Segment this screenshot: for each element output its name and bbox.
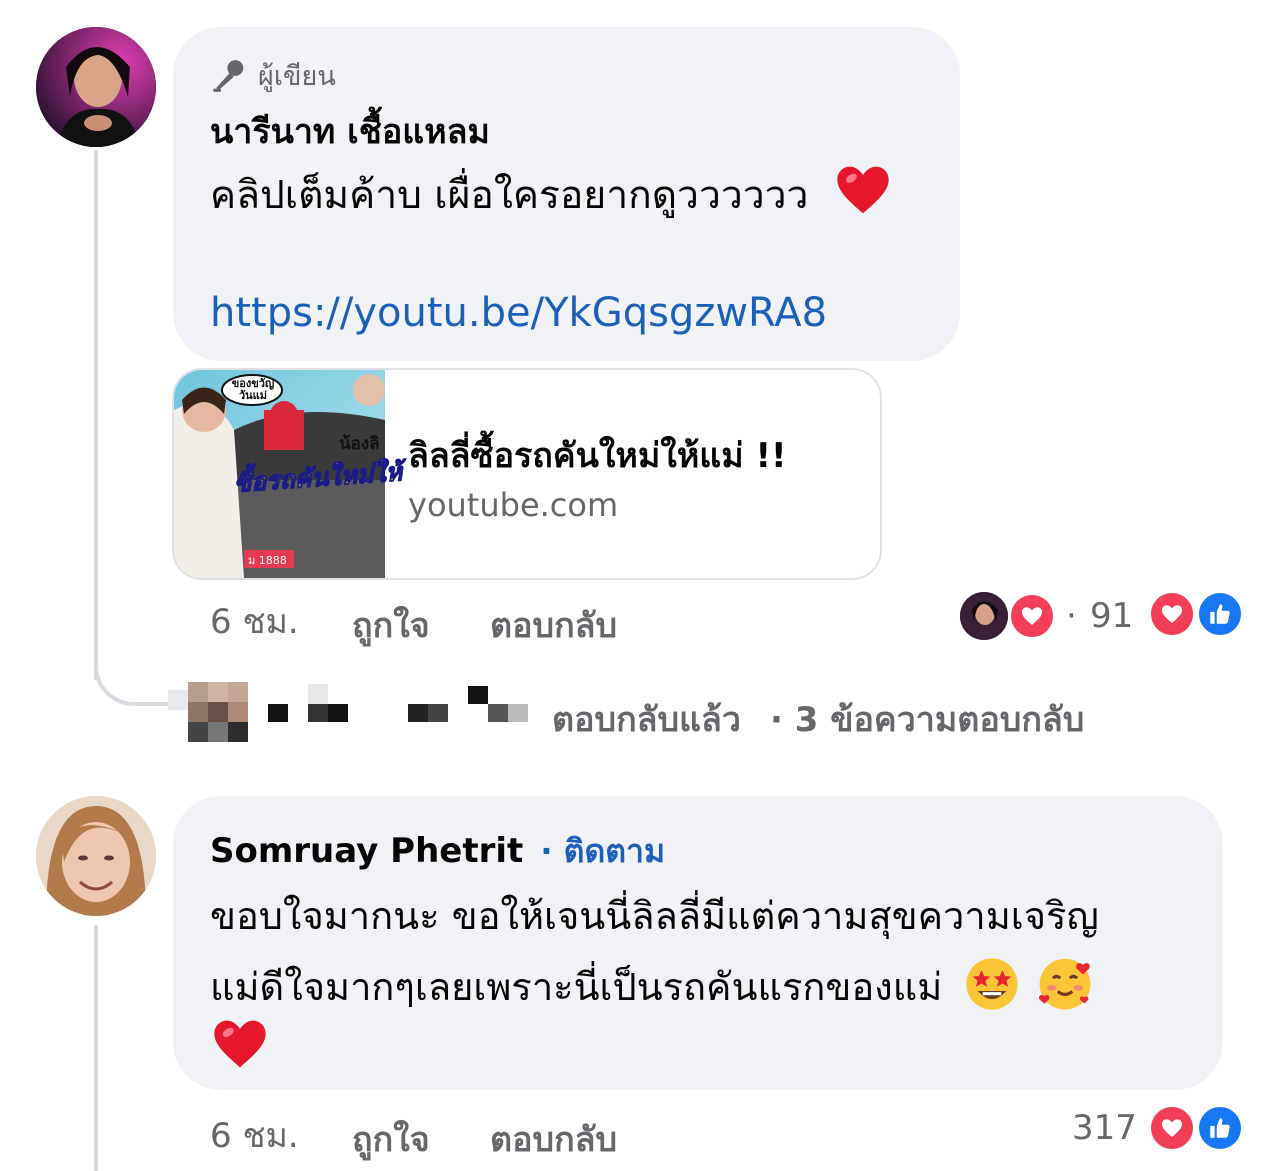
link-preview-card[interactable]: ของขวัญวันแม่ น้องลิ ซื้อรถคันใหม่ให้ ม … xyxy=(172,368,882,580)
microphone-icon xyxy=(213,59,244,92)
youtube-link[interactable]: https://youtu.be/YkGqsgzwRA8 xyxy=(210,290,827,336)
preview-thumbnail: ของขวัญวันแม่ น้องลิ ซื้อรถคันใหม่ให้ ม … xyxy=(174,370,403,578)
like-button[interactable]: ถูกใจ xyxy=(352,598,430,652)
thread-line-2 xyxy=(94,925,98,1171)
reaction-separator: · xyxy=(1066,596,1077,636)
avatar[interactable] xyxy=(36,27,156,147)
like-icon xyxy=(1196,1104,1244,1152)
heart-icon xyxy=(212,1018,268,1074)
preview-title: ลิลลี่ซื้อรถคันใหม่ให้แม่ !! xyxy=(408,436,787,476)
like-button[interactable]: ถูกใจ xyxy=(352,1112,430,1166)
avatar-photo xyxy=(960,592,1008,640)
view-replies-link[interactable]: · 3 ข้อความตอบกลับ xyxy=(770,692,1084,746)
author-reaction-avatar xyxy=(960,592,1008,640)
author-badge-label: ผู้เขียน xyxy=(258,61,336,92)
author-badge: ผู้เขียน xyxy=(210,54,336,97)
comment-time[interactable]: 6 ชม. xyxy=(210,594,299,648)
reply-button[interactable]: ตอบกลับ xyxy=(490,1112,617,1166)
smiling-hearts-icon xyxy=(1039,958,1091,1010)
comment-text-line-1: ขอบใจมากนะ ขอให้เจนนี่ลิลลี่มีแต่ความสุข… xyxy=(210,894,1099,938)
follow-button[interactable]: · ติดตาม xyxy=(540,832,665,870)
comment-author[interactable]: Somruay Phetrit xyxy=(210,831,523,871)
comment-author[interactable]: นารีนาท เชื้อแหลม xyxy=(210,104,490,158)
heart-icon xyxy=(837,166,889,214)
thumb-caption-mid: น้องลิ xyxy=(339,434,380,454)
comment-header: Somruay Phetrit · ติดตาม xyxy=(210,826,665,877)
reaction-count[interactable]: 317 xyxy=(1072,1108,1137,1148)
reply-button[interactable]: ตอบกลับ xyxy=(490,598,617,652)
reaction-count[interactable]: 91 xyxy=(1090,596,1133,636)
reply-avatars-blurred xyxy=(168,682,568,744)
comment-text-line-2: แม่ดีใจมากๆเลยเพราะนี่เป็นรถคันแรกของแม่ xyxy=(210,954,1094,1015)
thumb-caption-top: ของขวัญวันแม่ xyxy=(231,377,275,402)
comment-text-line-2-content: แม่ดีใจมากๆเลยเพราะนี่เป็นรถคันแรกของแม่ xyxy=(210,965,943,1009)
love-icon xyxy=(1008,592,1056,640)
avatar-photo xyxy=(36,796,156,916)
comment-time[interactable]: 6 ชม. xyxy=(210,1108,299,1162)
thread-line xyxy=(94,150,98,680)
comment-text-content: คลิปเต็มค้าบ เผื่อใครอยากดูวววววว xyxy=(210,173,809,218)
like-icon xyxy=(1196,590,1244,638)
love-icon xyxy=(1148,590,1196,638)
preview-domain: youtube.com xyxy=(408,486,619,524)
thumb-plate: ม 1888 xyxy=(248,554,287,567)
love-icon xyxy=(1148,1104,1196,1152)
avatar-photo xyxy=(36,27,156,147)
replied-label[interactable]: ตอบกลับแล้ว xyxy=(552,692,741,746)
comment-text: คลิปเต็มค้าบ เผื่อใครอยากดูวววววว xyxy=(210,164,891,224)
avatar[interactable] xyxy=(36,796,156,916)
thread-curve xyxy=(94,640,174,706)
star-struck-icon xyxy=(966,958,1019,1010)
